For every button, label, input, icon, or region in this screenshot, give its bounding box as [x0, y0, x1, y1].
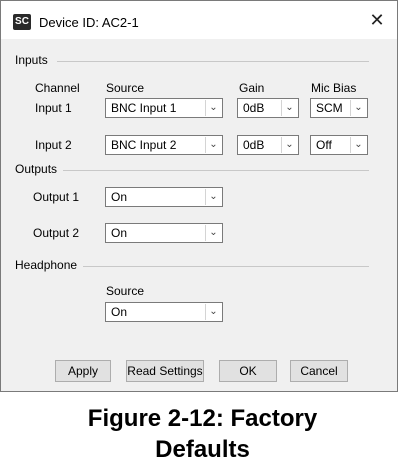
- input-2-mic-bias-select[interactable]: Off ⌄: [310, 135, 368, 155]
- input-1-gain-value: 0dB: [243, 101, 265, 115]
- app-logo-icon: SC: [13, 14, 31, 30]
- output-1-select[interactable]: On ⌄: [105, 187, 223, 207]
- source-column-label: Source: [106, 81, 145, 95]
- output-2-value: On: [111, 226, 128, 240]
- ok-button[interactable]: OK: [219, 360, 277, 382]
- chevron-down-icon: ⌄: [281, 100, 297, 116]
- chevron-down-icon: ⌄: [281, 137, 297, 153]
- device-settings-dialog: SC Device ID: AC2-1 ✕ Inputs Channel Sou…: [0, 0, 398, 392]
- cancel-button[interactable]: Cancel: [290, 360, 348, 382]
- input-2-mic-bias-value: Off: [316, 138, 332, 152]
- input-2-gain-select[interactable]: 0dB ⌄: [237, 135, 299, 155]
- input-2-source-value: BNC Input 2: [111, 138, 177, 152]
- title-bar: SC Device ID: AC2-1 ✕: [1, 1, 397, 39]
- output-2-label: Output 2: [33, 226, 80, 240]
- headphone-source-label: Source: [106, 284, 145, 298]
- output-1-value: On: [111, 190, 128, 204]
- input-2-gain-value: 0dB: [243, 138, 265, 152]
- window-title: Device ID: AC2-1: [39, 15, 139, 30]
- input-1-label: Input 1: [35, 101, 72, 115]
- inputs-divider: [57, 61, 369, 62]
- input-1-mic-bias-value: SCM: [316, 101, 343, 115]
- outputs-divider: [63, 170, 369, 171]
- chevron-down-icon: ⌄: [205, 225, 221, 241]
- chevron-down-icon: ⌄: [205, 100, 221, 116]
- headphone-source-value: On: [111, 305, 128, 319]
- inputs-group-label: Inputs: [15, 53, 48, 67]
- input-2-source-select[interactable]: BNC Input 2 ⌄: [105, 135, 223, 155]
- mic-bias-column-label: Mic Bias: [311, 81, 357, 95]
- headphone-group-label: Headphone: [15, 258, 78, 272]
- figure-caption-line-2: Defaults: [155, 436, 250, 463]
- chevron-down-icon: ⌄: [350, 100, 366, 116]
- gain-column-label: Gain: [239, 81, 265, 95]
- chevron-down-icon: ⌄: [205, 137, 221, 153]
- input-1-mic-bias-select[interactable]: SCM ⌄: [310, 98, 368, 118]
- read-settings-button[interactable]: Read Settings: [126, 360, 204, 382]
- headphone-divider: [83, 266, 369, 267]
- outputs-group-label: Outputs: [15, 162, 58, 176]
- input-1-source-value: BNC Input 1: [111, 101, 177, 115]
- input-1-gain-select[interactable]: 0dB ⌄: [237, 98, 299, 118]
- output-1-label: Output 1: [33, 190, 80, 204]
- apply-button[interactable]: Apply: [55, 360, 111, 382]
- chevron-down-icon: ⌄: [205, 304, 221, 320]
- chevron-down-icon: ⌄: [350, 137, 366, 153]
- chevron-down-icon: ⌄: [205, 189, 221, 205]
- close-icon[interactable]: ✕: [365, 7, 389, 33]
- channel-column-label: Channel: [35, 81, 80, 95]
- headphone-source-select[interactable]: On ⌄: [105, 302, 223, 322]
- input-1-source-select[interactable]: BNC Input 1 ⌄: [105, 98, 223, 118]
- output-2-select[interactable]: On ⌄: [105, 223, 223, 243]
- figure-caption-line-1: Figure 2-12: Factory: [87, 405, 318, 432]
- input-2-label: Input 2: [35, 138, 72, 152]
